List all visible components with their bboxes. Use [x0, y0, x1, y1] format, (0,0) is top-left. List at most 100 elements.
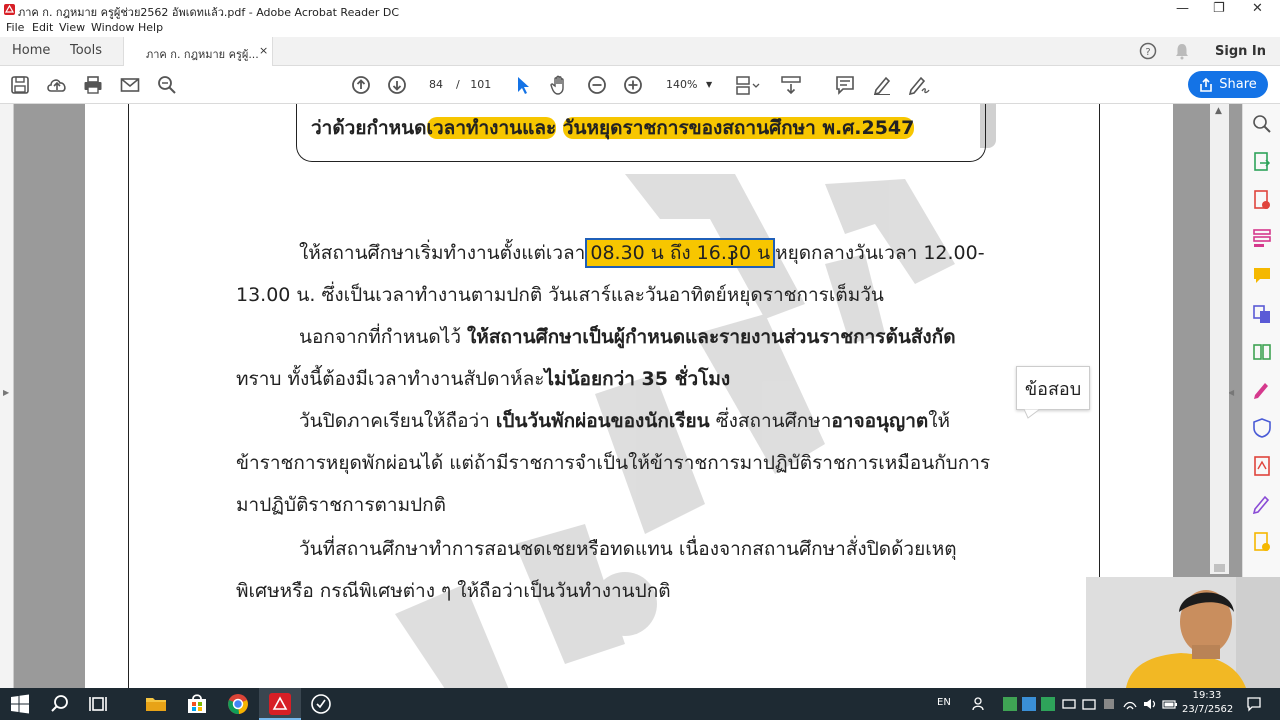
protect-icon[interactable]	[1252, 418, 1272, 438]
tray-app-blue-icon[interactable]	[1022, 697, 1036, 711]
tab-document-label: ภาค ก. กฎหมาย ครูผู้...	[146, 48, 259, 61]
clock-time: 19:33	[1192, 690, 1222, 701]
heading-text: ว่าด้วยกำหนดเวลาทำงานและ วันหยุดราชการขอ…	[311, 113, 915, 143]
people-icon[interactable]	[972, 697, 988, 711]
menu-help[interactable]: Help	[138, 21, 163, 34]
clock[interactable]: 19:33 23/7/2562	[1182, 689, 1233, 717]
tray-app-icon[interactable]	[1102, 697, 1116, 711]
paragraph-3-line-3: มาปฏิบัติราชการตามปกติ	[236, 494, 446, 516]
task-view-icon[interactable]	[88, 692, 112, 716]
presenter-video	[1086, 577, 1280, 688]
p2-text-a: นอกจากที่กำหนดไว้	[299, 326, 461, 348]
webcam-overlay	[1086, 577, 1280, 688]
restore-button[interactable]: ❐	[1213, 1, 1225, 16]
comment-tool-icon[interactable]	[1252, 266, 1272, 286]
toolbar: 84 / 101 140% ▼ Share	[0, 66, 1280, 104]
organize-pages-icon[interactable]	[1252, 342, 1272, 362]
previous-page-icon[interactable]	[351, 75, 371, 95]
p1-text-a: ให้สถานศึกษาเริ่มทำงานตั้งแต่เวลา	[299, 242, 586, 264]
close-tab-icon[interactable]: ×	[259, 44, 268, 57]
share-icon	[1200, 77, 1213, 92]
action-center-icon[interactable]	[1246, 696, 1262, 712]
battery-icon[interactable]	[1162, 698, 1178, 710]
document-viewport[interactable]: ▶ ว่าด้วยกำหนดเวลาทำงานและ วันหยุดราชการ…	[0, 104, 1242, 688]
store-icon[interactable]	[185, 692, 209, 716]
edit-pdf-icon[interactable]	[1252, 228, 1272, 248]
page-number-input[interactable]: 84	[417, 75, 455, 95]
notification-bell-icon[interactable]	[1173, 42, 1191, 60]
acrobat-app-icon	[4, 4, 15, 15]
select-cursor-icon[interactable]	[513, 75, 533, 95]
hand-tool-icon[interactable]	[549, 74, 571, 96]
zoom-tool-icon[interactable]	[1252, 114, 1272, 134]
cloud-upload-icon[interactable]	[46, 75, 68, 95]
acrobat-taskbar-button[interactable]	[259, 688, 301, 720]
tray-app-green-icon[interactable]	[1003, 697, 1017, 711]
selected-time-highlight[interactable]: 08.30 น ถึง 16.30 น	[585, 238, 776, 268]
combine-files-icon[interactable]	[1252, 304, 1272, 324]
search-taskbar-icon[interactable]	[48, 692, 72, 716]
create-pdf-icon[interactable]	[1252, 190, 1272, 210]
page-separator: /	[456, 78, 460, 91]
windows-start-icon[interactable]	[8, 692, 32, 716]
minimize-button[interactable]: —	[1176, 1, 1189, 16]
export-pdf-icon[interactable]	[1252, 152, 1272, 172]
zoom-in-icon[interactable]	[623, 75, 643, 95]
p3-text-a: วันปิดภาคเรียนให้ถือว่า	[299, 410, 490, 432]
save-icon[interactable]	[10, 75, 30, 95]
scroll-mode-icon[interactable]	[780, 75, 802, 95]
page-total-value: 101	[470, 78, 492, 91]
tab-tools[interactable]: Tools	[70, 43, 102, 58]
page-current: 84	[429, 78, 443, 91]
recorder-app-icon[interactable]	[309, 692, 333, 716]
tray-app-green2-icon[interactable]	[1041, 697, 1055, 711]
email-icon[interactable]	[120, 75, 140, 95]
page-layout-icon[interactable]	[735, 75, 761, 95]
zoom-select[interactable]: 140% ▼	[660, 75, 718, 95]
search-icon[interactable]	[157, 75, 177, 95]
zoom-out-icon[interactable]	[587, 75, 607, 95]
paragraph-3-line-1: วันปิดภาคเรียนให้ถือว่า เป็นวันพักผ่อนขอ…	[299, 406, 950, 436]
sign-icon[interactable]	[908, 75, 930, 95]
tab-document[interactable]: ภาค ก. กฎหมาย ครูผู้... ×	[123, 37, 273, 66]
menu-edit[interactable]: Edit	[32, 21, 53, 34]
p3-text-e: ให้	[928, 410, 951, 432]
wifi-icon[interactable]	[1122, 697, 1138, 711]
volume-icon[interactable]	[1142, 697, 1158, 711]
file-explorer-icon[interactable]	[144, 692, 168, 716]
paragraph-3-line-2: ข้าราชการหยุดพักผ่อนได้ แต่ถ้ามีราชการจำ…	[236, 452, 991, 474]
fill-sign-icon[interactable]	[1252, 380, 1272, 400]
menu-file[interactable]: File	[6, 21, 24, 34]
paragraph-4-line-2: พิเศษหรือ กรณีพิเศษต่าง ๆ ให้ถือว่าเป็นว…	[236, 580, 671, 602]
menu-window[interactable]: Window	[91, 21, 134, 34]
highlight-pen-icon[interactable]	[872, 75, 892, 95]
scrollbar-thumb[interactable]	[1214, 564, 1225, 572]
help-icon[interactable]: ?	[1139, 42, 1157, 60]
tab-home[interactable]: Home	[12, 43, 50, 58]
menu-view[interactable]: View	[59, 21, 85, 34]
share-button[interactable]: Share	[1188, 71, 1268, 98]
sign-in-link[interactable]: Sign In	[1215, 44, 1266, 59]
tray-device-icon[interactable]	[1062, 697, 1076, 711]
send-for-review-icon[interactable]	[1252, 532, 1272, 552]
comment-bubble[interactable]: ข้อสอบ	[1016, 366, 1090, 410]
next-page-icon[interactable]	[387, 75, 407, 95]
scroll-up-icon[interactable]: ▲	[1215, 106, 1222, 116]
close-window-button[interactable]: ✕	[1252, 1, 1263, 16]
vertical-scrollbar[interactable]: ▲	[1210, 104, 1229, 574]
signature-tool-icon[interactable]	[1252, 494, 1272, 514]
chrome-icon[interactable]	[226, 692, 250, 716]
page-total: / 101	[456, 78, 491, 91]
p2-text-c: ทราบ ทั้งนี้ต้องมีเวลาทำงานสัปดาห์ละ	[236, 368, 545, 390]
keyboard-icon[interactable]	[1082, 697, 1096, 711]
expand-left-icon: ▶	[3, 388, 10, 397]
paragraph-2-line-1: นอกจากที่กำหนดไว้ ให้สถานศึกษาเป็นผู้กำห…	[299, 322, 956, 352]
pdf-file-icon[interactable]	[1252, 456, 1272, 476]
language-indicator[interactable]: EN	[937, 697, 951, 708]
comment-icon[interactable]	[835, 75, 855, 95]
chevron-down-icon: ▼	[706, 80, 713, 89]
print-icon[interactable]	[83, 75, 103, 95]
paragraph-1-line-1: ให้สถานศึกษาเริ่มทำงานตั้งแต่เวลา 08.30 น…	[299, 238, 985, 268]
left-panel-toggle[interactable]: ▶	[0, 104, 14, 688]
heading-highlight-2: วันหยุดราชการของสถานศึกษา พ.ศ.2547	[562, 117, 915, 139]
